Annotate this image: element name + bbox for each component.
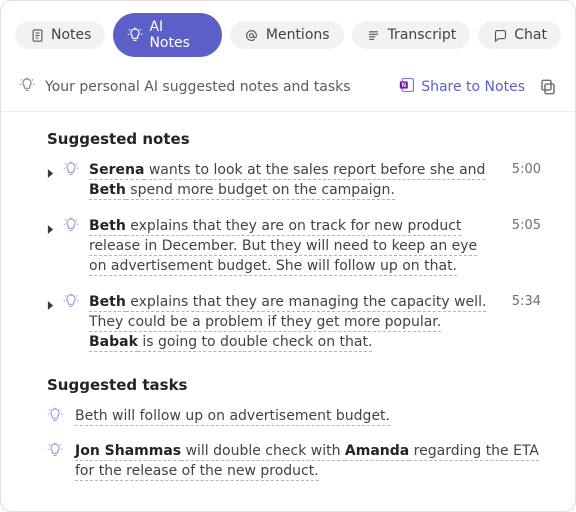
tab-label: AI Notes <box>149 19 207 51</box>
text-segment: Beth <box>89 182 126 200</box>
expand-caret-icon[interactable] <box>47 166 55 182</box>
copy-icon[interactable] <box>539 78 557 96</box>
bulb-icon <box>47 442 65 462</box>
suggested-task-item[interactable]: Jon Shammas will double check with Amand… <box>47 441 541 481</box>
tab-label: Chat <box>514 27 547 43</box>
note-timestamp[interactable]: 5:34 <box>507 294 541 309</box>
tab-ai-notes[interactable]: AI Notes <box>113 13 221 57</box>
sub-header: Your personal AI suggested notes and tas… <box>1 67 575 112</box>
text-segment: Babak <box>89 334 138 352</box>
note-timestamp[interactable]: 5:05 <box>507 218 541 233</box>
task-text: Jon Shammas will double check with Amand… <box>75 441 541 481</box>
text-segment: wants to look at the sales report before… <box>144 162 485 180</box>
tab-bar: Notes AI Notes Mentions Transcript Chat <box>1 1 575 67</box>
tab-mentions[interactable]: Mentions <box>230 21 344 49</box>
at-icon <box>244 27 260 43</box>
tab-notes[interactable]: Notes <box>15 21 105 49</box>
expand-caret-icon[interactable] <box>47 298 55 314</box>
share-to-notes-button[interactable]: N Share to Notes <box>399 77 525 97</box>
svg-text:N: N <box>402 83 406 89</box>
note-timestamp[interactable]: 5:00 <box>507 162 541 177</box>
suggested-notes-header: Suggested notes <box>47 130 541 148</box>
bulb-icon <box>19 77 35 97</box>
suggested-note-item[interactable]: Beth explains that they are on track for… <box>47 216 541 276</box>
suggested-note-item[interactable]: Beth explains that they are managing the… <box>47 292 541 352</box>
suggested-tasks-header: Suggested tasks <box>47 376 541 394</box>
text-segment: explains that they are on track for new … <box>89 218 477 276</box>
bulb-icon <box>63 217 81 237</box>
tab-transcript[interactable]: Transcript <box>352 21 471 49</box>
text-segment: Serena <box>89 162 144 180</box>
share-label: Share to Notes <box>421 79 525 95</box>
lines-icon <box>366 27 382 43</box>
text-segment: Beth will follow up on advertisement bud… <box>75 408 390 426</box>
bulb-icon <box>63 293 81 313</box>
text-segment: will double check with <box>181 443 345 461</box>
text-segment: explains that they are managing the capa… <box>89 294 486 332</box>
tab-label: Mentions <box>266 27 330 43</box>
text-segment: Beth <box>89 218 126 236</box>
expand-caret-icon[interactable] <box>47 222 55 238</box>
suggested-note-item[interactable]: Serena wants to look at the sales report… <box>47 160 541 200</box>
text-segment: Amanda <box>345 443 409 461</box>
text-segment: spend more budget on the campaign. <box>126 182 395 200</box>
onenote-icon: N <box>399 77 415 97</box>
text-segment: Beth <box>89 294 126 312</box>
subtitle-text: Your personal AI suggested notes and tas… <box>45 79 351 95</box>
note-icon <box>29 27 45 43</box>
suggested-task-item[interactable]: Beth will follow up on advertisement bud… <box>47 406 541 427</box>
bulb-icon <box>127 27 143 43</box>
text-segment: is going to double check on that. <box>138 334 373 352</box>
bulb-icon <box>47 407 65 427</box>
content-scroll[interactable]: Suggested notes Serena wants to look at … <box>1 112 575 511</box>
chat-icon <box>492 27 508 43</box>
task-text: Beth will follow up on advertisement bud… <box>75 406 541 426</box>
note-text: Beth explains that they are on track for… <box>89 216 493 276</box>
tab-label: Transcript <box>388 27 457 43</box>
tab-chat[interactable]: Chat <box>478 21 561 49</box>
tab-label: Notes <box>51 27 91 43</box>
note-text: Serena wants to look at the sales report… <box>89 160 493 200</box>
bulb-icon <box>63 161 81 181</box>
text-segment: Jon Shammas <box>75 443 181 461</box>
note-text: Beth explains that they are managing the… <box>89 292 493 352</box>
